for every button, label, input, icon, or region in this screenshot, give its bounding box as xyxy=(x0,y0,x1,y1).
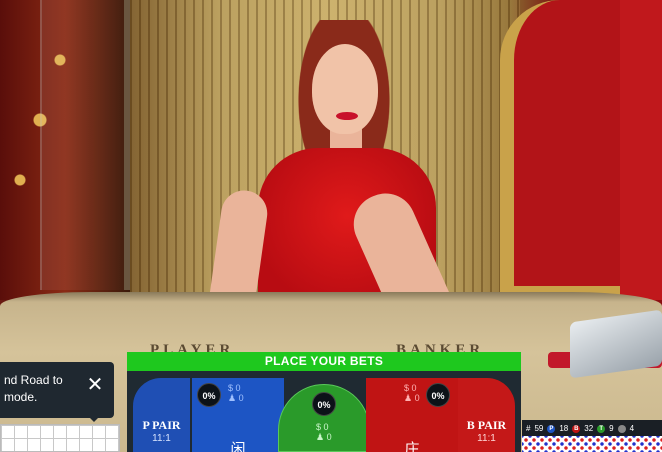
banker-glyph: 庄 xyxy=(404,441,420,452)
tie-percent-badge: 0% xyxy=(312,392,336,416)
banker-pair-bet-spot[interactable]: B PAIR 11:1 xyxy=(458,378,515,452)
player-pair-odds: 11:1 xyxy=(152,433,171,444)
banker-wins: 32 xyxy=(584,424,594,433)
player-stats: $ 0 ♟ 0 xyxy=(228,383,244,403)
total-rounds: 59 xyxy=(534,424,544,433)
tie-amount: $ 0 xyxy=(316,422,329,432)
pair-dot-icon xyxy=(617,424,626,433)
tie-count: 0 xyxy=(326,432,332,442)
player-dot-icon: P xyxy=(547,424,556,433)
banker-percent-badge: 0% xyxy=(426,383,450,407)
dealer-face xyxy=(312,44,378,134)
total-hash: # xyxy=(526,424,531,433)
red-panel-decor xyxy=(620,0,662,300)
banker-count: 0 xyxy=(414,393,420,403)
player-count: 0 xyxy=(238,393,244,403)
bead-road[interactable] xyxy=(522,436,662,452)
tooltip-arrow xyxy=(88,416,100,422)
place-bets-banner: PLACE YOUR BETS xyxy=(127,352,521,371)
tie-stats: $ 0 ♟ 0 xyxy=(316,422,332,442)
player-count-row: ♟ 0 xyxy=(228,393,244,403)
road-tooltip: nd Road to mode. ✕ xyxy=(0,362,114,418)
banker-count-row: ♟ 0 xyxy=(404,393,420,403)
player-pair-bet-spot[interactable]: P PAIR 11:1 xyxy=(133,378,190,452)
road-grid[interactable] xyxy=(0,424,120,452)
banker-pair-label: B PAIR xyxy=(466,418,507,432)
player-glyph: 闲 xyxy=(230,441,246,452)
tie-dot-icon: T xyxy=(597,424,606,433)
banker-amount: $ 0 xyxy=(404,383,417,393)
tooltip-text: nd Road to mode. xyxy=(4,372,74,406)
pair-wins: 4 xyxy=(629,424,635,433)
card-shoe-glass xyxy=(40,0,130,290)
user-icon: ♟ xyxy=(228,393,237,403)
tie-wins: 9 xyxy=(609,424,614,433)
banker-pair-odds: 11:1 xyxy=(477,433,496,444)
user-icon: ♟ xyxy=(404,393,413,403)
banker-dot-icon: B xyxy=(572,424,581,433)
player-wins: 18 xyxy=(559,424,569,433)
dealer-lips xyxy=(336,112,358,120)
banker-stats: $ 0 ♟ 0 xyxy=(404,383,420,403)
tooltip-line-1: nd Road to xyxy=(4,373,63,387)
tie-count-row: ♟ 0 xyxy=(316,432,332,442)
player-percent-badge: 0% xyxy=(197,383,221,407)
player-pair-label: P PAIR xyxy=(142,418,181,432)
tooltip-line-2: mode. xyxy=(4,390,38,404)
user-icon: ♟ xyxy=(316,432,325,442)
close-icon[interactable]: ✕ xyxy=(84,374,106,396)
gold-arch-decor xyxy=(500,0,630,300)
score-summary: # 59 P 18 B 32 T 9 4 xyxy=(526,424,634,433)
player-amount: $ 0 xyxy=(228,383,241,393)
